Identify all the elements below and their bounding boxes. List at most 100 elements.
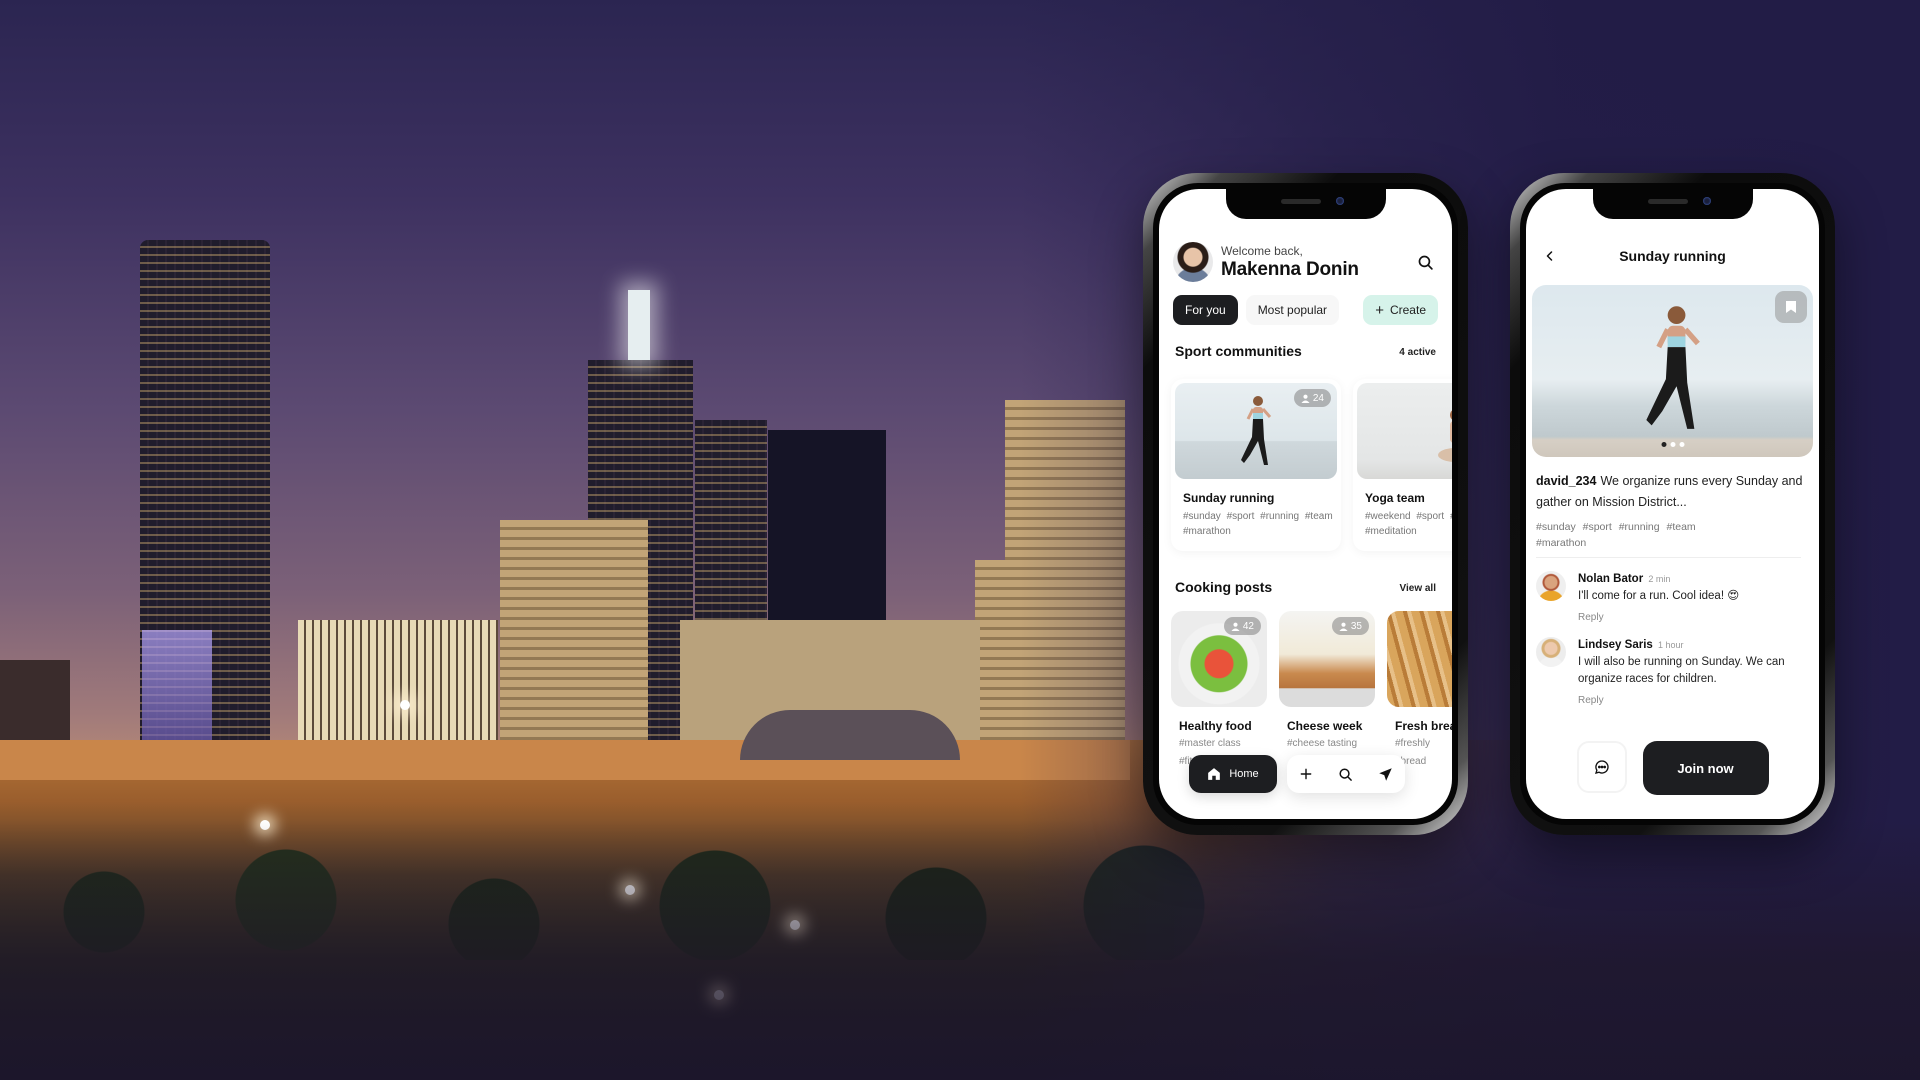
phone-home-screen: Welcome back, Makenna Donin For you Most… [1143, 173, 1468, 835]
comment-item: Lindsey Saris 1 hour I will also be runn… [1536, 637, 1807, 709]
plus-icon: + [1375, 301, 1384, 319]
phone-detail-screen: Sunday running david_234 We organize runs… [1510, 173, 1835, 835]
divider [1536, 557, 1801, 558]
cooking-tags: #master class [1179, 738, 1241, 749]
low-building [0, 660, 70, 750]
join-now-button[interactable]: Join now [1642, 741, 1769, 795]
comment-time: 1 hour [1658, 640, 1684, 650]
view-all-link[interactable]: View all [1399, 583, 1436, 594]
reply-link[interactable]: Reply [1578, 609, 1739, 626]
members-badge: 42 [1223, 617, 1261, 635]
carousel-dot[interactable] [1670, 442, 1675, 447]
phone-bezel: Welcome back, Makenna Donin For you Most… [1153, 183, 1458, 825]
speaker [1280, 199, 1321, 204]
cooking-tags: #freshly [1395, 738, 1431, 749]
community-card[interactable]: 24 Sunday running #sunday #sport #runnin… [1171, 379, 1341, 551]
members-badge: 35 [1331, 617, 1369, 635]
tower-spire [628, 290, 650, 360]
create-label: Create [1389, 303, 1426, 317]
phone-notch [1225, 189, 1386, 219]
detail-title: Sunday running [1619, 248, 1726, 264]
community-image [1357, 383, 1452, 479]
commenter-name: Lindsey Saris [1578, 639, 1653, 651]
reply-link[interactable]: Reply [1578, 692, 1807, 709]
commenter-avatar[interactable] [1536, 571, 1566, 601]
low-building [0, 740, 1130, 780]
members-badge: 24 [1293, 389, 1331, 407]
commenter-name: Nolan Bator [1578, 573, 1644, 585]
street-light [400, 700, 410, 710]
cooking-title: Fresh bread [1395, 719, 1452, 733]
cooking-posts-list[interactable]: 42 Healthy food #master class #fit 35 Ch… [1171, 611, 1452, 767]
cooking-card[interactable]: 35 Cheese week #cheese tasting [1279, 611, 1375, 751]
post-author[interactable]: david_234 [1536, 474, 1596, 488]
plus-icon[interactable] [1299, 767, 1313, 781]
commenter-avatar[interactable] [1536, 637, 1566, 667]
detail-header: Sunday running [1526, 241, 1819, 271]
food-image: 35 [1279, 611, 1375, 707]
sport-section-title: Sport communities [1175, 343, 1302, 359]
user-icon [1301, 394, 1310, 403]
members-count: 42 [1242, 620, 1254, 632]
home-screen: Welcome back, Makenna Donin For you Most… [1159, 189, 1452, 819]
cooking-title: Cheese week [1287, 719, 1363, 733]
home-header: Welcome back, Makenna Donin [1173, 239, 1438, 285]
comment-text: I'll come for a run. Cool idea! 😍 [1578, 590, 1740, 602]
detail-screen: Sunday running david_234 We organize runs… [1526, 189, 1819, 819]
carousel-dot-active[interactable] [1661, 442, 1666, 447]
welcome-text: Welcome back, [1221, 243, 1303, 258]
phone-notch [1592, 189, 1753, 219]
bookmark-icon [1786, 301, 1796, 313]
lit-building [142, 630, 212, 750]
post-tags-line: #sunday #sport #running #team [1536, 521, 1696, 533]
runner-figure [1645, 306, 1700, 429]
community-title: Sunday running [1183, 491, 1275, 505]
members-count: 35 [1350, 620, 1362, 632]
user-name: Makenna Donin [1221, 258, 1359, 280]
sport-communities-list[interactable]: 24 Sunday running #sunday #sport #runnin… [1171, 379, 1452, 551]
chat-button[interactable] [1576, 741, 1627, 793]
tab-most-popular[interactable]: Most popular [1245, 295, 1340, 325]
nav-home-label: Home [1229, 768, 1259, 780]
user-icon [1231, 622, 1240, 631]
community-card[interactable]: Yoga team #weekend #sport #team #meditat… [1353, 379, 1452, 551]
carousel-dots [1661, 442, 1684, 447]
send-icon[interactable] [1378, 767, 1393, 782]
cooking-section-title: Cooking posts [1175, 579, 1273, 595]
food-image: 42 [1171, 611, 1267, 707]
post-tags: #sunday #sport #running #team #marathon [1536, 519, 1805, 551]
sport-active-count: 4 active [1399, 347, 1436, 358]
comment-time: 2 min [1648, 574, 1671, 584]
comment-text: I will also be running on Sunday. We can… [1578, 656, 1785, 685]
bottom-overlay [0, 820, 1920, 1080]
post-tags-line: #marathon [1536, 537, 1587, 549]
search-icon[interactable] [1338, 767, 1353, 782]
cooking-tags: #cheese tasting [1287, 738, 1358, 749]
search-button[interactable] [1412, 249, 1438, 275]
nav-actions [1287, 755, 1405, 793]
yoga-figure [1438, 410, 1452, 462]
carousel-dot[interactable] [1679, 442, 1684, 447]
post-body: david_234 We organize runs every Sunday a… [1536, 471, 1805, 513]
food-image [1387, 611, 1452, 707]
cooking-title: Healthy food [1179, 719, 1252, 733]
speaker [1647, 199, 1688, 204]
nav-home-button[interactable]: Home [1189, 755, 1277, 793]
detail-actions: Join now [1526, 741, 1819, 795]
tab-for-you[interactable]: For you [1173, 295, 1238, 325]
community-image: 24 [1175, 383, 1337, 479]
back-chevron-icon[interactable] [1544, 250, 1556, 262]
user-avatar[interactable] [1173, 242, 1213, 282]
community-tags: #weekend #sport #team #meditation [1365, 511, 1452, 537]
cooking-card[interactable]: Fresh bread #freshly #bread [1387, 611, 1452, 767]
post-image-carousel[interactable] [1532, 285, 1813, 457]
members-count: 24 [1312, 392, 1324, 404]
community-title: Yoga team [1365, 491, 1425, 505]
arena-dome [740, 710, 960, 760]
chat-bubble-icon [1594, 760, 1609, 774]
search-icon [1418, 255, 1433, 270]
create-button[interactable]: + Create [1363, 295, 1438, 325]
bookmark-button[interactable] [1775, 291, 1807, 323]
comment-item: Nolan Bator 2 min I'll come for a run. C… [1536, 571, 1807, 626]
cooking-card[interactable]: 42 Healthy food #master class #fit [1171, 611, 1267, 767]
